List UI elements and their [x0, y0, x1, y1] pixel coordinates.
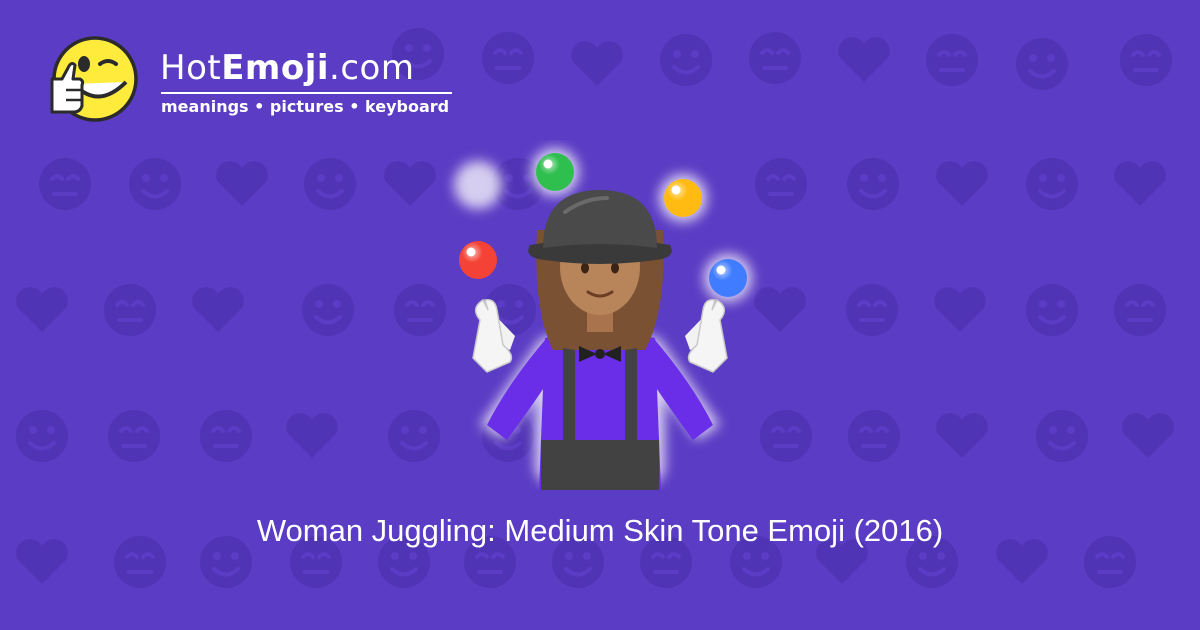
juggling-figure: [454, 148, 752, 490]
brand-name-plain: Hot: [160, 48, 222, 88]
ball-yellow: [664, 179, 702, 217]
ball-green: [536, 153, 574, 191]
ball-red: [459, 241, 497, 279]
share-card: HotEmoji.com meanings • pictures • keybo…: [0, 0, 1200, 630]
ball-blue: [709, 259, 747, 297]
woman-juggling-medium-skin-tone-icon: [454, 148, 752, 490]
logo-divider: [161, 92, 452, 94]
emoji-title: Woman Juggling: Medium Skin Tone Emoji (…: [256, 513, 944, 548]
thumbs-up-winking-face-icon: [50, 36, 138, 122]
brand-wordmark[interactable]: HotEmoji.com: [160, 48, 414, 88]
brand-domain-suffix: .com: [329, 48, 415, 88]
site-logo[interactable]: HotEmoji.com meanings • pictures • keybo…: [38, 34, 458, 134]
brand-name-bold: Emoji: [221, 48, 330, 88]
brand-tagline: meanings • pictures • keyboard: [161, 97, 450, 116]
